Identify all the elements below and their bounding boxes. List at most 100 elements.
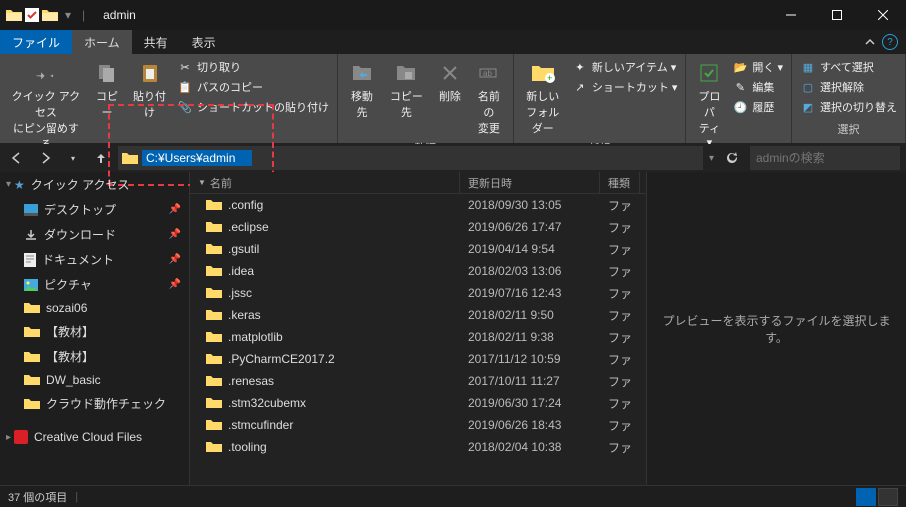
minimize-button[interactable] xyxy=(768,0,814,30)
svg-text:ab: ab xyxy=(483,69,492,78)
forward-button[interactable] xyxy=(34,147,56,169)
tab-file[interactable]: ファイル xyxy=(0,30,72,54)
edit-icon: ✎ xyxy=(732,79,748,95)
column-header[interactable]: ▼名前 更新日時 種類 xyxy=(190,172,646,194)
file-row[interactable]: .tooling2018/02/04 10:38ファ xyxy=(190,436,646,458)
paste-shortcut-button[interactable]: 📎ショートカットの貼り付け xyxy=(175,98,331,116)
file-type: ファ xyxy=(600,395,640,412)
dropdown-icon[interactable]: ▾ xyxy=(60,7,76,23)
item-count: 37 個の項目 xyxy=(8,489,67,505)
file-row[interactable]: .config2018/09/30 13:05ファ xyxy=(190,194,646,216)
details-view-button[interactable] xyxy=(856,488,876,506)
new-folder-icon: + xyxy=(530,60,556,86)
close-button[interactable] xyxy=(860,0,906,30)
select-none-button[interactable]: ▢選択解除 xyxy=(798,78,899,96)
sidebar-item-label: 【教材】 xyxy=(46,323,94,340)
folder-icon xyxy=(42,7,58,23)
file-name: .keras xyxy=(228,308,261,322)
sidebar-item[interactable]: sozai06 xyxy=(0,297,189,319)
up-button[interactable] xyxy=(90,147,112,169)
folder-icon xyxy=(206,397,222,409)
copy-button[interactable]: コピー xyxy=(90,58,124,122)
scissors-icon: ✂ xyxy=(177,59,193,75)
sidebar-item[interactable]: DW_basic xyxy=(0,369,189,391)
file-date: 2019/06/26 17:47 xyxy=(460,220,600,234)
file-date: 2018/02/11 9:50 xyxy=(460,308,600,322)
collapse-ribbon-icon[interactable] xyxy=(864,36,876,48)
tab-view[interactable]: 表示 xyxy=(180,30,228,54)
copy-to-button[interactable]: コピー先 xyxy=(384,58,429,122)
file-row[interactable]: .matplotlib2018/02/11 9:38ファ xyxy=(190,326,646,348)
sidebar-item[interactable]: ダウンロード📌 xyxy=(0,222,189,247)
file-row[interactable]: .renesas2017/10/11 11:27ファ xyxy=(190,370,646,392)
sidebar-item[interactable]: ピクチャ📌 xyxy=(0,272,189,297)
back-button[interactable] xyxy=(6,147,28,169)
nav-creative-cloud[interactable]: ▸ Creative Cloud Files xyxy=(0,426,189,448)
tab-share[interactable]: 共有 xyxy=(132,30,180,54)
invert-selection-button[interactable]: ◩選択の切り替え xyxy=(798,98,899,116)
icons-view-button[interactable] xyxy=(878,488,898,506)
sidebar-item-label: 【教材】 xyxy=(46,348,94,365)
address-input-box[interactable] xyxy=(118,146,703,170)
file-row[interactable]: .stm32cubemx2019/06/30 17:24ファ xyxy=(190,392,646,414)
folder-icon xyxy=(206,419,222,431)
sidebar-item[interactable]: デスクトップ📌 xyxy=(0,197,189,222)
file-type: ファ xyxy=(600,263,640,280)
sidebar-item-label: ピクチャ xyxy=(44,276,92,293)
search-box[interactable]: 🔍 xyxy=(750,146,900,170)
sidebar-item[interactable]: 【教材】 xyxy=(0,344,189,369)
address-dropdown-icon[interactable]: ▾ xyxy=(709,153,714,164)
new-item-button[interactable]: ✦新しいアイテム ▾ xyxy=(570,58,680,76)
open-button[interactable]: 📂開く ▾ xyxy=(730,58,785,76)
file-date: 2019/04/14 9:54 xyxy=(460,242,600,256)
search-input[interactable] xyxy=(756,151,906,165)
select-all-button[interactable]: ▦すべて選択 xyxy=(798,58,899,76)
sidebar-item-label: sozai06 xyxy=(46,301,87,315)
new-folder-button[interactable]: + 新しい フォルダー xyxy=(520,58,566,138)
folder-icon xyxy=(6,7,22,23)
cut-button[interactable]: ✂切り取り xyxy=(175,58,331,76)
delete-button[interactable]: 削除 xyxy=(433,58,467,106)
history-dropdown-icon[interactable]: ▾ xyxy=(62,147,84,169)
file-row[interactable]: .jssc2019/07/16 12:43ファ xyxy=(190,282,646,304)
edit-button[interactable]: ✎編集 xyxy=(730,78,785,96)
file-type: ファ xyxy=(600,417,640,434)
sidebar-item[interactable]: ドキュメント📌 xyxy=(0,247,189,272)
file-name: .stmcufinder xyxy=(228,418,293,432)
status-bar: 37 個の項目 | xyxy=(0,485,906,507)
file-row[interactable]: .PyCharmCE2017.22017/11/12 10:59ファ xyxy=(190,348,646,370)
pin-quick-access-button[interactable]: クイック アクセス にピン留めする xyxy=(6,58,86,154)
file-name: .jssc xyxy=(228,286,252,300)
sidebar-item[interactable]: クラウド動作チェック xyxy=(0,391,189,416)
pin-icon xyxy=(33,60,59,86)
help-icon[interactable]: ? xyxy=(882,34,898,50)
file-row[interactable]: .eclipse2019/06/26 17:47ファ xyxy=(190,216,646,238)
new-shortcut-button[interactable]: ↗ショートカット ▾ xyxy=(570,78,680,96)
rename-button[interactable]: ab 名前の 変更 xyxy=(471,58,507,138)
file-row[interactable]: .keras 2018/02/11 9:50ファ xyxy=(190,304,646,326)
file-date: 2018/02/11 9:38 xyxy=(460,330,600,344)
file-row[interactable]: .idea2018/02/03 13:06ファ xyxy=(190,260,646,282)
copy-path-button[interactable]: 📋パスのコピー xyxy=(175,78,331,96)
file-row[interactable]: .gsutil2019/04/14 9:54ファ xyxy=(190,238,646,260)
folder-icon xyxy=(206,309,222,321)
refresh-button[interactable] xyxy=(720,146,744,170)
file-type: ファ xyxy=(600,307,640,324)
sidebar-item-label: DW_basic xyxy=(46,373,101,387)
pin-icon: 📌 xyxy=(169,229,181,240)
tab-home[interactable]: ホーム xyxy=(72,30,132,54)
paste-button[interactable]: 貼り付け xyxy=(128,58,171,122)
file-name: .idea xyxy=(228,264,254,278)
sidebar-item[interactable]: 【教材】 xyxy=(0,319,189,344)
file-row[interactable]: .stmcufinder2019/06/26 18:43ファ xyxy=(190,414,646,436)
ribbon-tabs: ファイル ホーム 共有 表示 ? xyxy=(0,30,906,54)
address-input[interactable] xyxy=(142,150,252,166)
maximize-button[interactable] xyxy=(814,0,860,30)
move-icon xyxy=(349,60,375,86)
pin-icon: 📌 xyxy=(169,204,181,215)
nav-quick-access[interactable]: ▾ ★ クイック アクセス xyxy=(0,172,189,197)
history-button[interactable]: 🕘履歴 xyxy=(730,98,785,116)
move-to-button[interactable]: 移動先 xyxy=(344,58,380,122)
properties-button[interactable]: プロパ ティ ▾ xyxy=(692,58,726,151)
file-name: .tooling xyxy=(228,440,267,454)
